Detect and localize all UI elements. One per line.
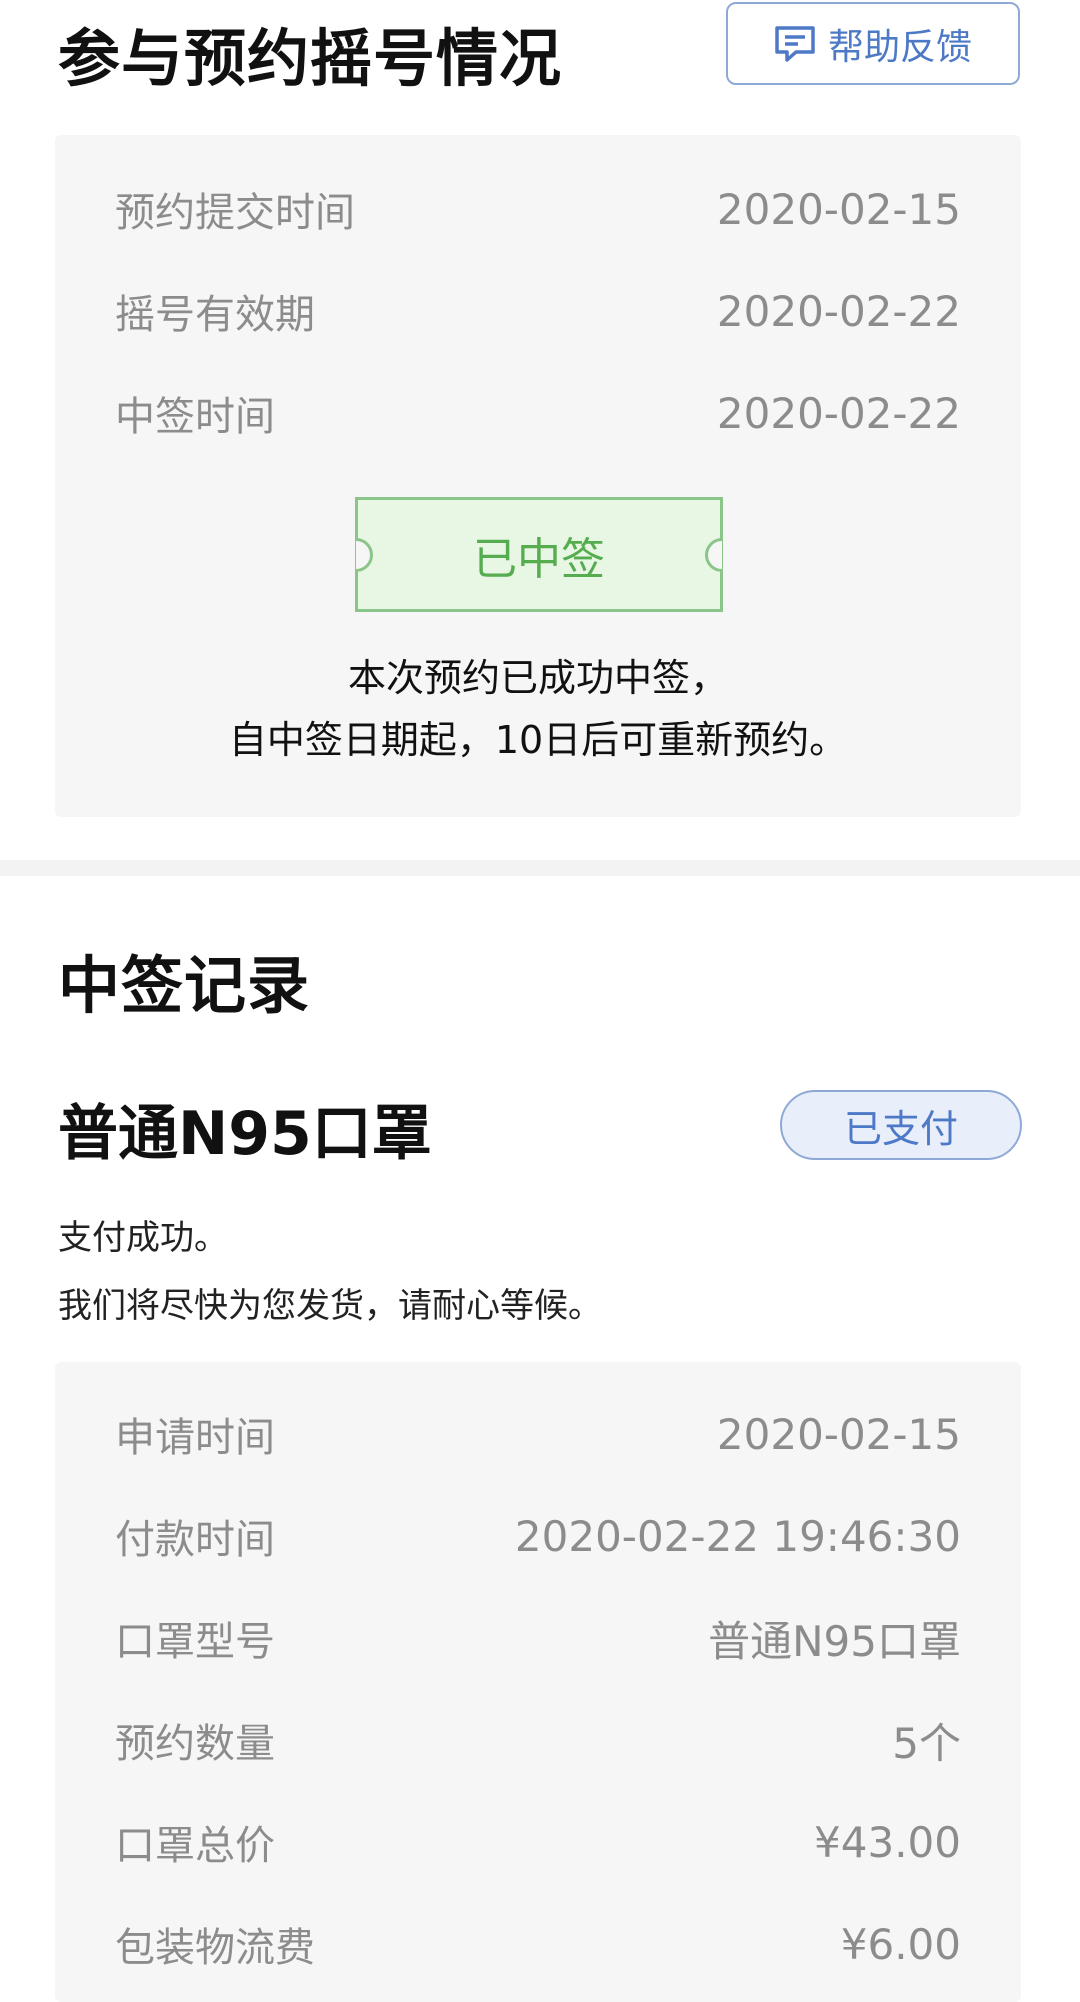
row-label: 口罩型号 [115, 1619, 275, 1665]
paid-status-badge: 已支付 [780, 1090, 1022, 1160]
help-feedback-button[interactable]: 帮助反馈 [726, 2, 1020, 85]
info-row: 付款时间 2020-02-22 19:46:30 [115, 1506, 961, 1566]
order-detail-card: 申请时间 2020-02-15 付款时间 2020-02-22 19:46:30… [55, 1362, 1021, 2002]
row-value: 2020-02-15 [716, 1409, 961, 1459]
info-row: 包装物流费 ¥6.00 [115, 1914, 961, 1974]
result-message: 本次预约已成功中签， [347, 656, 728, 700]
ticket-notch [705, 537, 722, 572]
info-row: 预约数量 5个 [115, 1710, 961, 1770]
row-value: 普通N95口罩 [708, 1616, 961, 1666]
row-value: 2020-02-22 [716, 388, 961, 438]
message-square-icon [774, 25, 816, 63]
result-message: 自中签日期起，10日后可重新预约。 [228, 718, 848, 762]
row-value: 2020-02-22 19:46:30 [514, 1511, 961, 1561]
payment-note: 我们将尽快为您发货，请耐心等候。 [58, 1286, 602, 1326]
info-row: 摇号有效期 2020-02-22 [115, 281, 961, 341]
row-value: ¥6.00 [840, 1919, 961, 1969]
section-divider [0, 860, 1080, 876]
info-row: 申请时间 2020-02-15 [115, 1404, 961, 1464]
ticket-label: 已中签 [473, 533, 605, 585]
row-label: 包装物流费 [115, 1925, 315, 1971]
info-row: 口罩型号 普通N95口罩 [115, 1608, 961, 1668]
row-value: 2020-02-22 [716, 286, 961, 336]
won-status-ticket: 已中签 [355, 497, 723, 612]
row-label: 申请时间 [115, 1415, 275, 1461]
row-label: 中签时间 [115, 394, 275, 440]
info-row: 口罩总价 ¥43.00 [115, 1812, 961, 1872]
info-row: 中签时间 2020-02-22 [115, 383, 961, 443]
row-value: 2020-02-15 [716, 184, 961, 234]
payment-note: 支付成功。 [58, 1218, 228, 1258]
row-label: 付款时间 [115, 1517, 275, 1563]
row-value: ¥43.00 [814, 1817, 961, 1867]
product-title: 普通N95口罩 [58, 1099, 432, 1169]
ticket-notch [356, 537, 373, 572]
row-label: 口罩总价 [115, 1823, 275, 1869]
page-title: 参与预约摇号情况 [58, 22, 563, 95]
section-title: 中签记录 [58, 949, 311, 1022]
help-feedback-label: 帮助反馈 [827, 26, 972, 68]
row-label: 预约数量 [115, 1721, 275, 1767]
info-row: 预约提交时间 2020-02-15 [115, 179, 961, 239]
row-label: 摇号有效期 [115, 292, 315, 338]
row-value: 5个 [892, 1718, 961, 1768]
reservation-info-card: 预约提交时间 2020-02-15 摇号有效期 2020-02-22 中签时间 … [55, 135, 1021, 817]
row-label: 预约提交时间 [115, 190, 355, 236]
